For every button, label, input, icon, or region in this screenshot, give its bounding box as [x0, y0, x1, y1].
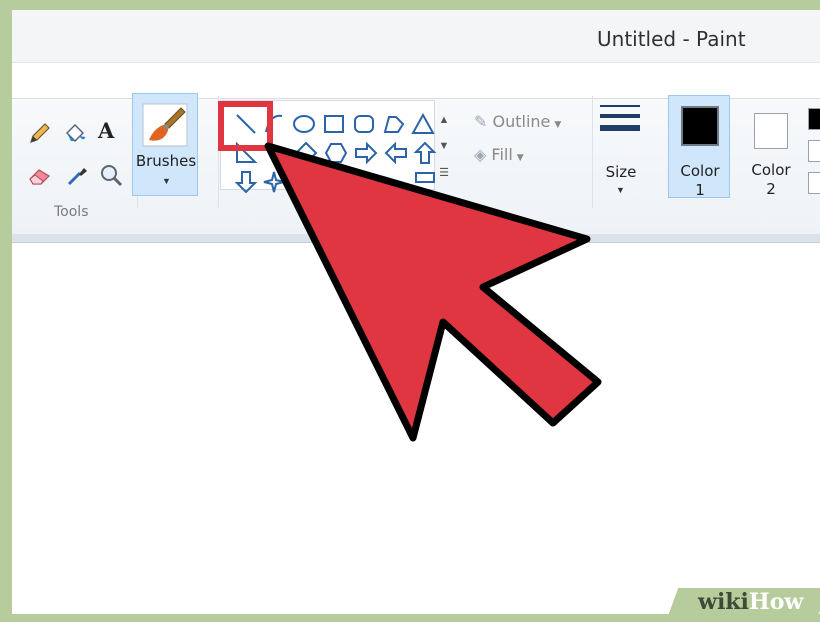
- polygon-shape-icon[interactable]: [382, 112, 406, 136]
- brushes-button[interactable]: Brushes ▼: [132, 93, 198, 196]
- size-button[interactable]: Size ▼: [596, 97, 646, 197]
- chevron-down-icon: ▼: [616, 185, 625, 195]
- color2-label: Color 2: [740, 161, 802, 199]
- fill-label: Fill: [491, 145, 513, 164]
- fill-bucket-small-icon: ◈: [474, 145, 487, 164]
- text-icon-glyph: A: [98, 118, 115, 143]
- triangle-shape-icon[interactable]: [411, 112, 435, 136]
- palette-swatch[interactable]: [808, 140, 820, 162]
- eraser-icon[interactable]: [27, 162, 53, 188]
- color1-label-line2: 1: [695, 181, 705, 199]
- four-point-star-shape-icon[interactable]: [262, 170, 286, 194]
- rounded-rectangle-shape-icon[interactable]: [352, 112, 376, 136]
- wikihow-watermark: wikiHow: [698, 589, 803, 615]
- color1-button[interactable]: Color 1: [668, 95, 731, 200]
- ribbon-bottom-edge: [12, 234, 820, 243]
- tools-group-label: Tools: [54, 204, 89, 220]
- line-tool-highlight: [218, 101, 273, 151]
- gallery-scroll-up-icon[interactable]: ▲: [437, 114, 451, 136]
- color2-swatch: [754, 113, 788, 149]
- text-icon[interactable]: A: [98, 118, 124, 144]
- diamond-shape-icon[interactable]: [294, 141, 318, 165]
- ribbon-separator: [592, 96, 593, 208]
- outline-label: Outline: [492, 112, 551, 131]
- rectangle-shape-icon[interactable]: [322, 112, 346, 136]
- oval-shape-icon[interactable]: [292, 112, 316, 136]
- chevron-down-icon: ▼: [554, 120, 562, 130]
- brush-icon: [142, 103, 188, 147]
- color2-button[interactable]: Color 2: [740, 95, 802, 198]
- drawing-canvas[interactable]: [12, 243, 820, 614]
- color1-label-line1: Color: [680, 162, 720, 180]
- size-label: Size: [605, 163, 637, 181]
- left-arrow-shape-icon[interactable]: [384, 141, 408, 165]
- title-bar: Untitled - Paint: [12, 10, 820, 63]
- watermark-wiki-text: wiki: [698, 589, 749, 615]
- window-title: Untitled - Paint: [597, 27, 746, 51]
- watermark-how-text: How: [748, 589, 804, 615]
- size-lines-icon: [600, 105, 640, 131]
- magnifier-icon[interactable]: [98, 162, 124, 188]
- color-picker-icon[interactable]: [64, 162, 90, 188]
- outline-brush-icon: ✎: [474, 112, 488, 131]
- palette-swatch[interactable]: [808, 108, 820, 130]
- right-arrow-shape-icon[interactable]: [354, 141, 378, 165]
- down-arrow-shape-icon[interactable]: [234, 170, 258, 194]
- color1-swatch: [681, 106, 719, 146]
- color1-label: Color 1: [669, 162, 731, 200]
- color2-label-line2: 2: [766, 180, 776, 198]
- fill-dropdown[interactable]: ◈ Fill ▼: [474, 145, 524, 164]
- up-arrow-shape-icon[interactable]: [413, 141, 437, 165]
- color2-label-line1: Color: [751, 161, 791, 179]
- chevron-down-icon: ▼: [516, 153, 524, 163]
- outline-dropdown[interactable]: ✎ Outline ▼: [474, 112, 561, 131]
- pencil-icon[interactable]: [27, 120, 53, 146]
- gallery-expand-icon[interactable]: ☰: [437, 166, 451, 188]
- hexagon-shape-icon[interactable]: [324, 141, 348, 165]
- gallery-scroll-down-icon[interactable]: ▼: [437, 140, 451, 162]
- palette-swatch[interactable]: [808, 172, 820, 194]
- callout-shape-icon[interactable]: [413, 170, 437, 194]
- fill-bucket-icon[interactable]: [62, 120, 88, 146]
- brushes-label: Brushes: [135, 152, 197, 170]
- chevron-down-icon: ▼: [162, 176, 171, 186]
